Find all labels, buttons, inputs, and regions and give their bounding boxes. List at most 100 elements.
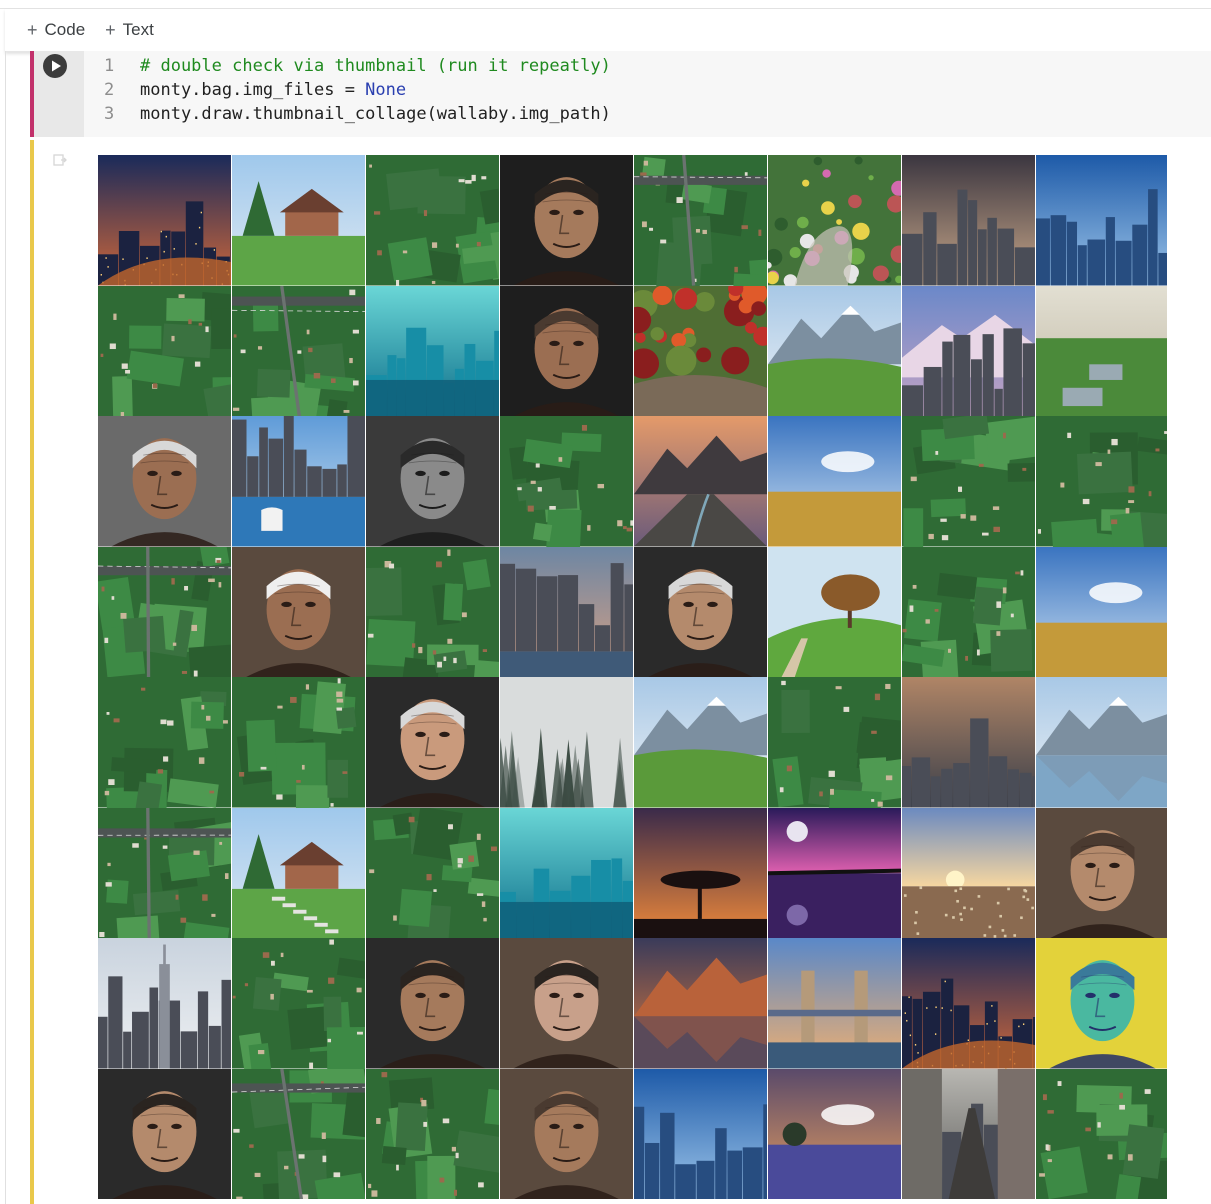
thumbnail-image — [634, 807, 767, 938]
thumbnail-image — [500, 938, 633, 1069]
line-number: 1 — [104, 56, 115, 76]
thumbnail-image — [768, 1068, 901, 1199]
thumbnail-portrait — [366, 938, 499, 1069]
code-token: # double check via thumbnail (run it rep… — [140, 56, 611, 76]
output-menu-icon[interactable] — [52, 152, 68, 168]
add-code-label: Code — [44, 20, 86, 39]
run-cell-button[interactable] — [43, 54, 67, 78]
thumbnail-image — [98, 416, 231, 547]
add-text-label: Text — [122, 20, 154, 39]
thumbnail-image — [366, 546, 499, 677]
notebook-left-rail — [5, 51, 6, 1204]
thumbnail-image — [1036, 546, 1167, 677]
thumbnail-park-water — [1036, 285, 1167, 416]
thumbnail-image — [902, 416, 1035, 547]
thumbnail-image — [768, 416, 901, 547]
thumbnail-image — [232, 546, 365, 677]
thumbnail-image — [232, 807, 365, 938]
thumbnail-image — [366, 416, 499, 547]
thumbnail-image — [232, 938, 365, 1069]
thumbnail-image — [1036, 807, 1167, 938]
thumbnail-image — [768, 155, 901, 286]
thumbnail-portrait — [500, 155, 633, 286]
thumbnail-image — [634, 1068, 767, 1199]
thumbnail-portrait — [1036, 807, 1167, 938]
thumbnail-aerial-road — [98, 546, 231, 677]
add-text-button[interactable]: + Text — [105, 16, 154, 44]
thumbnail-mountains — [634, 677, 767, 808]
thumbnail-image — [98, 938, 231, 1069]
thumbnail-aerial — [98, 677, 231, 808]
thumbnail-city-haze — [902, 677, 1035, 808]
thumbnail-aerial — [1036, 1068, 1167, 1199]
thumbnail-image — [1036, 416, 1167, 547]
add-code-button[interactable]: + Code — [27, 16, 85, 44]
thumbnail-image — [634, 677, 767, 808]
thumbnail-garden-path — [232, 807, 365, 938]
thumbnail-image — [768, 807, 901, 938]
code-token: monty.bag.img_files = — [140, 80, 366, 100]
thumbnail-image — [902, 677, 1035, 808]
thumbnail-aerial — [366, 1068, 499, 1199]
thumbnail-city-night — [902, 938, 1035, 1069]
thumbnail-image — [634, 938, 767, 1069]
thumbnail-image — [500, 285, 633, 416]
thumbnail-portrait — [98, 416, 231, 547]
thumbnail-image — [366, 155, 499, 286]
thumbnail-portrait-green — [1036, 938, 1167, 1069]
thumbnail-image — [634, 546, 767, 677]
code-token: None — [365, 80, 407, 100]
thumbnail-image — [1036, 285, 1167, 416]
thumbnail-empire — [98, 938, 231, 1069]
thumbnail-image — [768, 677, 901, 808]
thumbnail-image — [1036, 677, 1167, 808]
thumbnail-field-sunset — [768, 1068, 901, 1199]
thumbnail-image — [232, 416, 365, 547]
thumbnail-image — [98, 677, 231, 808]
thumbnail-city-lake — [232, 416, 365, 547]
thumbnail-aerial-road — [98, 807, 231, 938]
thumbnail-image — [366, 938, 499, 1069]
thumbnail-portrait — [500, 285, 633, 416]
thumbnail-portrait — [500, 938, 633, 1069]
output-indicator — [30, 140, 34, 1204]
thumbnail-garden — [768, 155, 901, 286]
thumbnail-city-night — [98, 155, 231, 286]
thumbnail-collage — [98, 155, 1167, 1204]
thumbnail-image — [98, 1068, 231, 1199]
thumbnail-sunrise-city — [902, 807, 1035, 938]
thumbnail-image — [768, 546, 901, 677]
thumbnail-portrait — [366, 677, 499, 808]
thumbnail-image — [902, 938, 1035, 1069]
thumbnail-canyon — [634, 416, 767, 547]
thumbnail-aerial — [232, 938, 365, 1069]
thumbnail-portrait — [98, 1068, 231, 1199]
thumbnail-image — [232, 677, 365, 808]
thumbnail-image — [500, 677, 633, 808]
thumbnail-image — [98, 807, 231, 938]
thumbnail-aerial-road — [232, 1068, 365, 1199]
code-line: 1 # double check via thumbnail (run it re… — [92, 54, 611, 78]
thumbnail-image — [902, 1068, 1035, 1199]
thumbnail-image — [902, 155, 1035, 286]
thumbnail-autumn — [634, 285, 767, 416]
thumbnail-fog-forest — [500, 677, 633, 808]
thumbnail-image — [98, 285, 231, 416]
thumbnail-image — [500, 807, 633, 938]
code-editor[interactable]: 1 # double check via thumbnail (run it re… — [92, 54, 611, 126]
thumbnail-image — [500, 546, 633, 677]
plus-icon: + — [105, 19, 116, 40]
thumbnail-city-blue — [1036, 155, 1167, 286]
code-line: 2 monty.bag.img_files = None — [92, 78, 611, 102]
code-line: 3 monty.draw.thumbnail_collage(wallaby.im… — [92, 102, 611, 126]
thumbnail-city-mountain — [902, 285, 1035, 416]
thumbnail-image — [98, 546, 231, 677]
thumbnail-image — [366, 807, 499, 938]
thumbnail-image — [1036, 938, 1167, 1069]
thumbnail-image — [1036, 1068, 1167, 1199]
thumbnail-image — [902, 285, 1035, 416]
thumbnail-image — [232, 285, 365, 416]
thumbnail-city — [902, 155, 1035, 286]
thumbnail-aerial — [902, 416, 1035, 547]
thumbnail-portrait — [634, 546, 767, 677]
